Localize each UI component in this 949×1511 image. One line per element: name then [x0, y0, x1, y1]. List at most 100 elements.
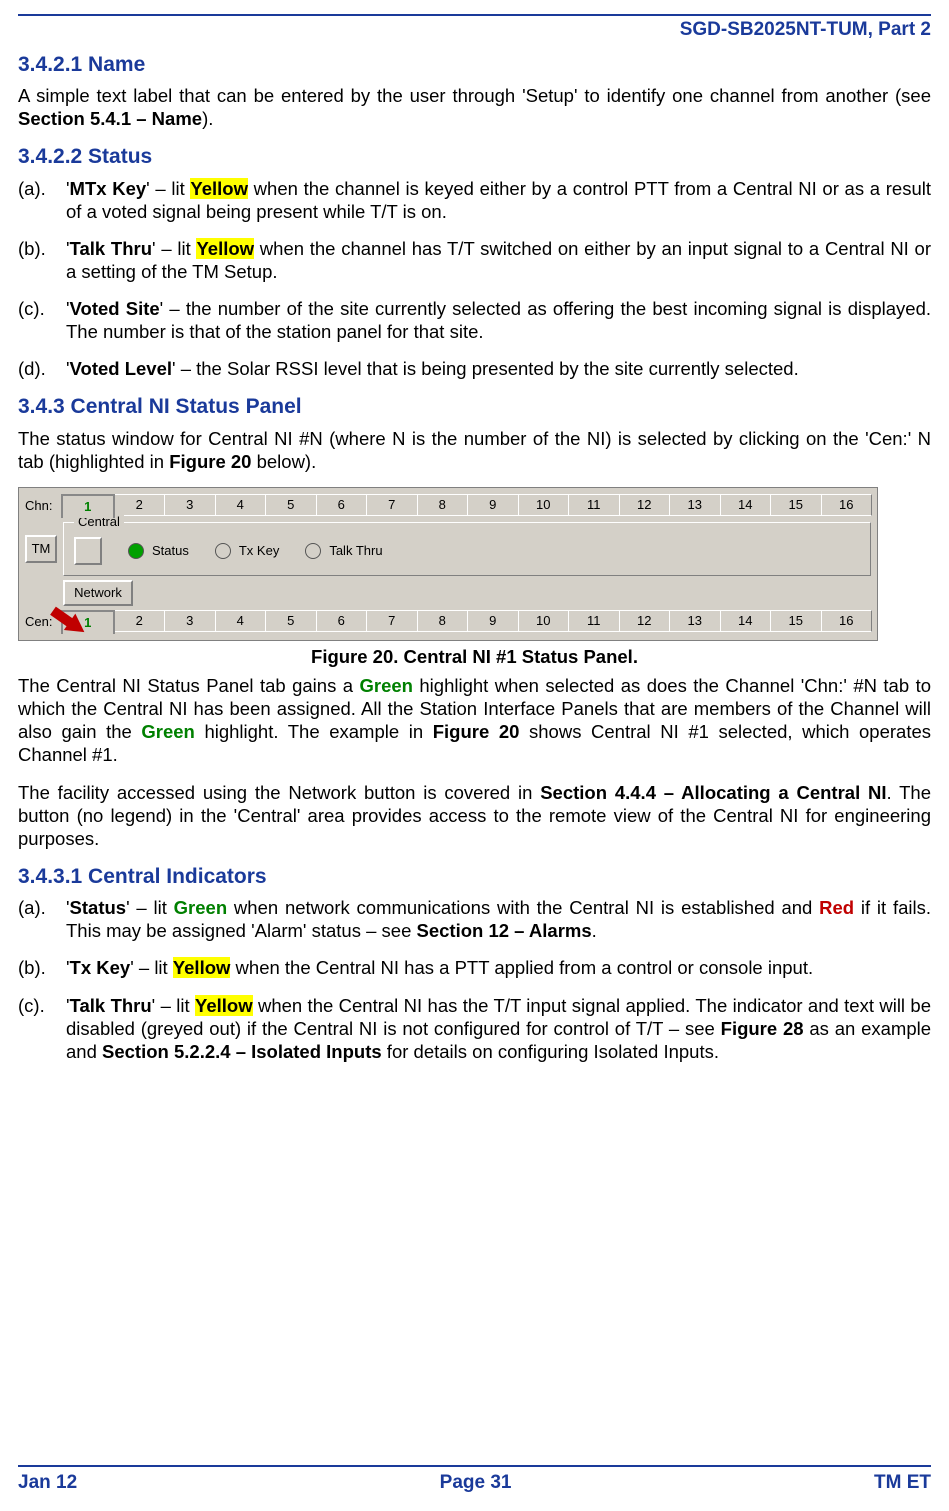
txt: ' – lit	[152, 995, 195, 1016]
talkthru-led-icon	[305, 543, 321, 559]
ref-section: Section 5.2.2.4 – Isolated Inputs	[102, 1041, 382, 1062]
cen-tab-13[interactable]: 13	[669, 610, 721, 632]
cen-tab-row: Cen: 12345678910111213141516	[25, 610, 871, 634]
heading-3-4-3-1: 3.4.3.1 Central Indicators	[18, 864, 931, 890]
chn-tab-5[interactable]: 5	[265, 494, 317, 516]
page-content: SGD-SB2025NT-TUM, Part 2 3.4.2.1 Name A …	[18, 14, 931, 1465]
txt: ' – lit	[146, 178, 190, 199]
highlight: Yellow	[190, 178, 248, 199]
txkey-label: Tx Key	[239, 543, 279, 559]
txkey-led-icon	[215, 543, 231, 559]
body: 'Talk Thru' – lit Yellow when the channe…	[66, 237, 931, 283]
header-rule	[18, 14, 931, 16]
para-3421: A simple text label that can be entered …	[18, 84, 931, 130]
highlight: Yellow	[173, 957, 231, 978]
cen-tab-5[interactable]: 5	[265, 610, 317, 632]
para-343-after2: The facility accessed using the Network …	[18, 781, 931, 850]
chn-tab-2[interactable]: 2	[114, 494, 166, 516]
chn-tabs: 12345678910111213141516	[61, 494, 871, 518]
status-indicator: Status	[128, 543, 189, 559]
mid-row: TM Central Status Tx Key Talk Thru	[25, 522, 871, 576]
label: Voted Level	[70, 358, 172, 379]
network-button[interactable]: Network	[63, 580, 133, 606]
para-343-intro: The status window for Central NI #N (whe…	[18, 427, 931, 473]
chn-tab-6[interactable]: 6	[316, 494, 368, 516]
cen-tab-11[interactable]: 11	[568, 610, 620, 632]
chn-tab-14[interactable]: 14	[720, 494, 772, 516]
cen-tab-9[interactable]: 9	[467, 610, 519, 632]
cen-tab-7[interactable]: 7	[366, 610, 418, 632]
chn-tab-13[interactable]: 13	[669, 494, 721, 516]
marker: (b).	[18, 237, 66, 283]
red-text: Red	[819, 897, 854, 918]
chn-tab-4[interactable]: 4	[215, 494, 267, 516]
label: Tx Key	[70, 957, 131, 978]
chn-tab-3[interactable]: 3	[164, 494, 216, 516]
footer-center: Page 31	[440, 1471, 512, 1495]
item-c: (c). 'Voted Site' – the number of the si…	[18, 297, 931, 343]
central-remote-button[interactable]	[74, 537, 102, 565]
cen-tabs: 12345678910111213141516	[61, 610, 871, 634]
chn-tab-9[interactable]: 9	[467, 494, 519, 516]
marker: (a).	[18, 177, 66, 223]
footer: Jan 12 Page 31 TM ET	[18, 1471, 931, 1495]
chn-tab-15[interactable]: 15	[770, 494, 822, 516]
chn-tab-7[interactable]: 7	[366, 494, 418, 516]
chn-tab-row: Chn: 12345678910111213141516	[25, 494, 871, 518]
txt: The facility accessed using the Network …	[18, 782, 540, 803]
green-text: Green	[174, 897, 227, 918]
body: 'Talk Thru' – lit Yellow when the Centra…	[66, 994, 931, 1063]
txt: when the Central NI has a PTT applied fr…	[230, 957, 813, 978]
cen-tab-14[interactable]: 14	[720, 610, 772, 632]
txt: ' – the Solar RSSI level that is being p…	[172, 358, 799, 379]
item-a: (a). 'MTx Key' – lit Yellow when the cha…	[18, 177, 931, 223]
txt: ' – lit	[152, 238, 196, 259]
cen-tab-4[interactable]: 4	[215, 610, 267, 632]
cen-tab-6[interactable]: 6	[316, 610, 368, 632]
ref-figure: Figure 20	[169, 451, 251, 472]
cen-tab-12[interactable]: 12	[619, 610, 671, 632]
item-d: (d). 'Voted Level' – the Solar RSSI leve…	[18, 357, 931, 380]
label: Voted Site	[70, 298, 160, 319]
chn-tab-8[interactable]: 8	[417, 494, 469, 516]
txt: ' – lit	[126, 897, 174, 918]
marker: (c).	[18, 297, 66, 343]
heading-3-4-2-1: 3.4.2.1 Name	[18, 52, 931, 78]
footer-left: Jan 12	[18, 1471, 77, 1495]
txt: .	[592, 920, 597, 941]
chn-tab-1[interactable]: 1	[61, 494, 115, 518]
ref-figure: Figure 20	[433, 721, 520, 742]
item-b2: (b). 'Tx Key' – lit Yellow when the Cent…	[18, 956, 931, 979]
cen-tab-16[interactable]: 16	[821, 610, 873, 632]
heading-3-4-3: 3.4.3 Central NI Status Panel	[18, 394, 931, 420]
tm-button[interactable]: TM	[25, 535, 57, 563]
item-a2: (a). 'Status' – lit Green when network c…	[18, 896, 931, 942]
cen-tab-2[interactable]: 2	[114, 610, 166, 632]
chn-tab-12[interactable]: 12	[619, 494, 671, 516]
heading-3-4-2-2: 3.4.2.2 Status	[18, 144, 931, 170]
txt: A simple text label that can be entered …	[18, 85, 931, 106]
central-group: Central Status Tx Key Talk Thru	[63, 522, 871, 576]
chn-tab-16[interactable]: 16	[821, 494, 873, 516]
label: Talk Thru	[70, 238, 153, 259]
ref-section: Section 12 – Alarms	[417, 920, 592, 941]
cen-tab-3[interactable]: 3	[164, 610, 216, 632]
label: MTx Key	[70, 178, 147, 199]
cen-tab-10[interactable]: 10	[518, 610, 570, 632]
chn-tab-11[interactable]: 11	[568, 494, 620, 516]
body: 'Voted Site' – the number of the site cu…	[66, 297, 931, 343]
status-led-icon	[128, 543, 144, 559]
ref-section: Section 4.4.4 – Allocating a Central NI	[540, 782, 886, 803]
cen-tab-8[interactable]: 8	[417, 610, 469, 632]
body: 'MTx Key' – lit Yellow when the channel …	[66, 177, 931, 223]
txt: when network communications with the Cen…	[227, 897, 819, 918]
chn-tab-10[interactable]: 10	[518, 494, 570, 516]
marker: (d).	[18, 357, 66, 380]
marker: (b).	[18, 956, 66, 979]
cen-tab-15[interactable]: 15	[770, 610, 822, 632]
item-c2: (c). 'Talk Thru' – lit Yellow when the C…	[18, 994, 931, 1063]
highlight: Yellow	[196, 238, 254, 259]
txt: ' – lit	[130, 957, 173, 978]
txt: highlight. The example in	[195, 721, 433, 742]
figure-20-caption: Figure 20. Central NI #1 Status Panel.	[18, 645, 931, 668]
